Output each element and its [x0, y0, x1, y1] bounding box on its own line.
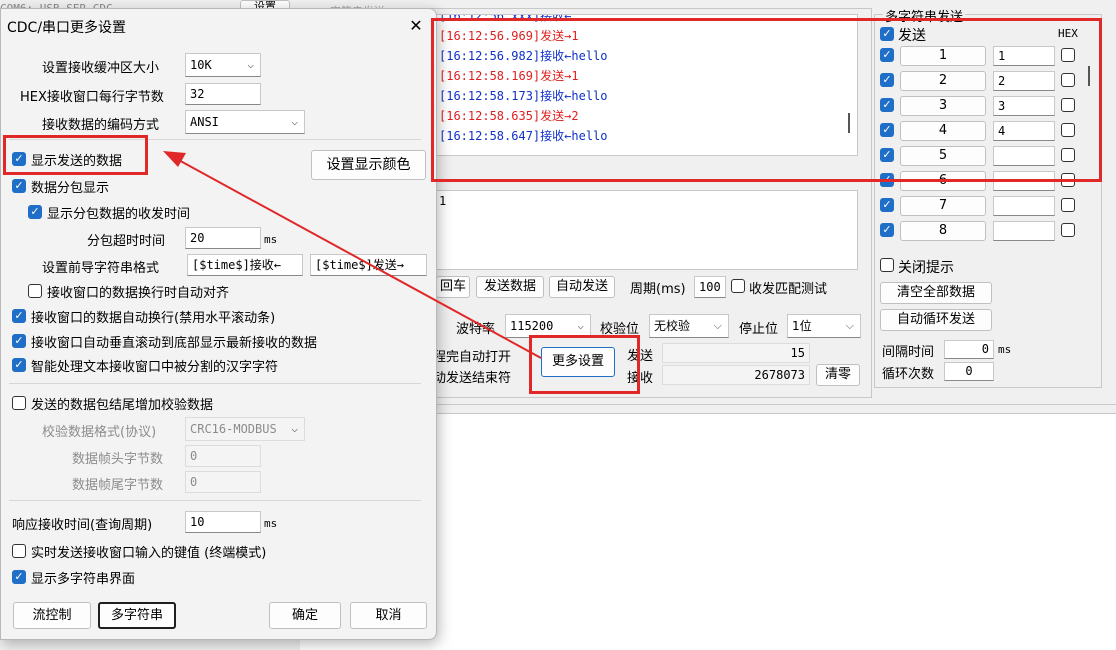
annotation-arrow: [163, 151, 542, 359]
